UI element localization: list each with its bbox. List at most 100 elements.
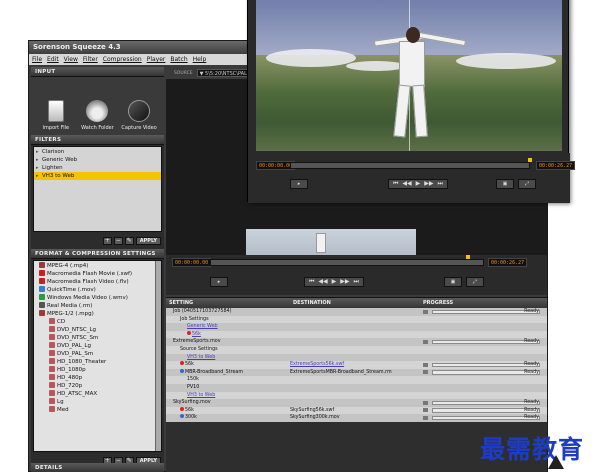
batch-row[interactable]: 150k <box>166 376 547 384</box>
batch-destination-cell[interactable] <box>290 308 420 316</box>
progress-icon[interactable] <box>423 339 428 344</box>
batch-destination-cell[interactable] <box>290 376 420 384</box>
batch-destination-cell[interactable] <box>290 323 420 331</box>
format-item[interactable]: DVD_NTSC_Sm <box>34 334 161 342</box>
watch-folder-button[interactable]: Watch Folder <box>78 100 116 131</box>
apply-filter-button[interactable]: APPLY <box>135 237 161 245</box>
float-fullscreen-button[interactable]: ⤢ <box>518 179 536 189</box>
batch-destination-cell[interactable]: SkySurfing56k.swf <box>290 407 420 415</box>
batch-destination-cell[interactable]: ExtremeSports56k.swf <box>290 361 420 369</box>
batch-destination-cell[interactable]: SkySurfing300k.mov <box>290 414 420 422</box>
filter-item[interactable]: Clarison <box>34 148 161 156</box>
float-play-button[interactable]: ▶ <box>416 180 421 188</box>
progress-icon[interactable] <box>423 415 428 420</box>
batch-row[interactable]: 56k SkySurfing56k.swf Ready <box>166 406 547 415</box>
menu-item-file[interactable]: File <box>32 54 42 65</box>
float-split-view-button[interactable]: ▣ <box>496 179 514 189</box>
batch-destination-cell[interactable] <box>290 399 420 407</box>
formats-scrollbar[interactable] <box>155 261 161 451</box>
format-item[interactable]: Real Media (.rm) <box>34 302 161 310</box>
remove-filter-button[interactable]: − <box>113 237 123 245</box>
main-mark-in-button[interactable]: ▸ <box>210 277 228 287</box>
fast-forward-button[interactable]: ▶▶ <box>340 278 349 286</box>
progress-column-header[interactable]: PROGRESS <box>420 298 547 308</box>
floating-preview-window[interactable]: 00:00:00.00 00:00:26.27 ▸ ⏮ ◀◀ ▶ ▶▶ ⏭ ▣ … <box>247 0 576 203</box>
format-item[interactable]: HD_1080_Theater <box>34 358 161 366</box>
prev-frame-button[interactable]: ⏮ <box>309 278 314 286</box>
batch-row[interactable]: Job (040517103727584) Ready <box>166 308 547 316</box>
batch-row[interactable]: VH3 to Web <box>166 391 547 400</box>
format-item[interactable]: Macromedia Flash Video (.flv) <box>34 278 161 286</box>
source-dropdown[interactable]: ▼ 5\5:20\NTSC\PAL <box>196 69 255 77</box>
format-item[interactable]: HD_480p <box>34 374 161 382</box>
batch-destination-cell[interactable] <box>290 354 420 362</box>
format-item[interactable]: Med <box>34 406 161 414</box>
format-item[interactable]: Windows Media Video (.wmv) <box>34 294 161 302</box>
batch-row[interactable]: VH3 to Web <box>166 353 547 362</box>
format-item[interactable]: MPEG-1/2 (.mpg) <box>34 310 161 318</box>
progress-icon[interactable] <box>423 400 428 405</box>
batch-destination-cell[interactable] <box>290 346 420 354</box>
float-out-marker[interactable] <box>528 158 532 162</box>
menu-item-filter[interactable]: Filter <box>83 54 98 65</box>
progress-icon[interactable] <box>423 408 428 413</box>
format-item[interactable]: DVD_PAL_Sm <box>34 350 161 358</box>
format-item[interactable]: HD_1080p <box>34 366 161 374</box>
batch-row[interactable]: ExtremeSports.mov Ready <box>166 338 547 346</box>
capture-video-button[interactable]: Capture Video <box>120 100 158 131</box>
menu-item-view[interactable]: View <box>64 54 78 65</box>
format-item[interactable]: HD_720p <box>34 382 161 390</box>
menu-item-compression[interactable]: Compression <box>103 54 142 65</box>
main-out-marker[interactable] <box>466 255 470 259</box>
float-rewind-button[interactable]: ◀◀ <box>402 180 411 188</box>
progress-icon[interactable] <box>423 309 428 314</box>
batch-row[interactable]: Job Settings <box>166 315 547 324</box>
batch-destination-cell[interactable] <box>290 384 420 392</box>
play-button[interactable]: ▶ <box>332 278 337 286</box>
float-scrubber[interactable] <box>290 162 530 169</box>
next-frame-button[interactable]: ⏭ <box>354 278 359 286</box>
format-item[interactable]: Macromedia Flash Movie (.swf) <box>34 270 161 278</box>
progress-icon[interactable] <box>423 362 428 367</box>
menu-item-edit[interactable]: Edit <box>47 54 59 65</box>
float-next-frame-button[interactable]: ⏭ <box>438 180 443 188</box>
batch-destination-cell[interactable] <box>290 338 420 346</box>
menu-item-help[interactable]: Help <box>193 54 207 65</box>
float-prev-frame-button[interactable]: ⏮ <box>393 180 398 188</box>
add-filter-button[interactable]: + <box>102 237 112 245</box>
float-mark-in-button[interactable]: ▸ <box>290 179 308 189</box>
progress-icon[interactable] <box>423 370 428 375</box>
main-fullscreen-button[interactable]: ⤢ <box>466 277 484 287</box>
format-item[interactable]: DVD_NTSC_Lg <box>34 326 161 334</box>
menu-item-player[interactable]: Player <box>147 54 166 65</box>
batch-row[interactable]: Source Settings <box>166 345 547 354</box>
float-fast-forward-button[interactable]: ▶▶ <box>424 180 433 188</box>
format-item[interactable]: QuickTime (.mov) <box>34 286 161 294</box>
batch-destination-cell[interactable] <box>290 392 420 400</box>
filter-item[interactable]: Lighten <box>34 164 161 172</box>
format-item[interactable]: Lg <box>34 398 161 406</box>
batch-row[interactable]: 56k ExtremeSports56k.swf Ready <box>166 361 547 369</box>
format-item[interactable]: DVD_PAL_Lg <box>34 342 161 350</box>
edit-filter-button[interactable]: ✎ <box>124 237 134 245</box>
batch-destination-cell[interactable] <box>290 331 420 339</box>
batch-row[interactable]: 56k <box>166 330 547 339</box>
main-split-view-button[interactable]: ▣ <box>444 277 462 287</box>
destination-column-header[interactable]: DESTINATION <box>290 298 420 308</box>
batch-row[interactable]: PV10 <box>166 383 547 392</box>
batch-destination-cell[interactable] <box>290 316 420 324</box>
filter-item[interactable]: Generic Web <box>34 156 161 164</box>
format-item[interactable]: CD <box>34 318 161 326</box>
import-file-button[interactable]: Import File <box>37 100 75 131</box>
format-item[interactable]: MPEG-4 (.mp4) <box>34 262 161 270</box>
setting-column-header[interactable]: SETTING <box>166 298 290 308</box>
batch-destination-cell[interactable]: ExtremeSportsMBR-Broadband_Stream.rm <box>290 369 420 377</box>
format-item[interactable]: HD_ATSC_MAX <box>34 390 161 398</box>
menu-item-batch[interactable]: Batch <box>170 54 187 65</box>
batch-row[interactable]: MBR-Broadband_Stream ExtremeSportsMBR-Bro… <box>166 368 547 377</box>
main-scrubber[interactable] <box>210 259 484 266</box>
rewind-button[interactable]: ◀◀ <box>318 278 327 286</box>
filter-item[interactable]: VH3 to Web <box>34 172 161 180</box>
batch-row[interactable]: 300k SkySurfing300k.mov Ready <box>166 414 547 422</box>
batch-row[interactable]: SkySurfing.mov Ready <box>166 399 547 407</box>
